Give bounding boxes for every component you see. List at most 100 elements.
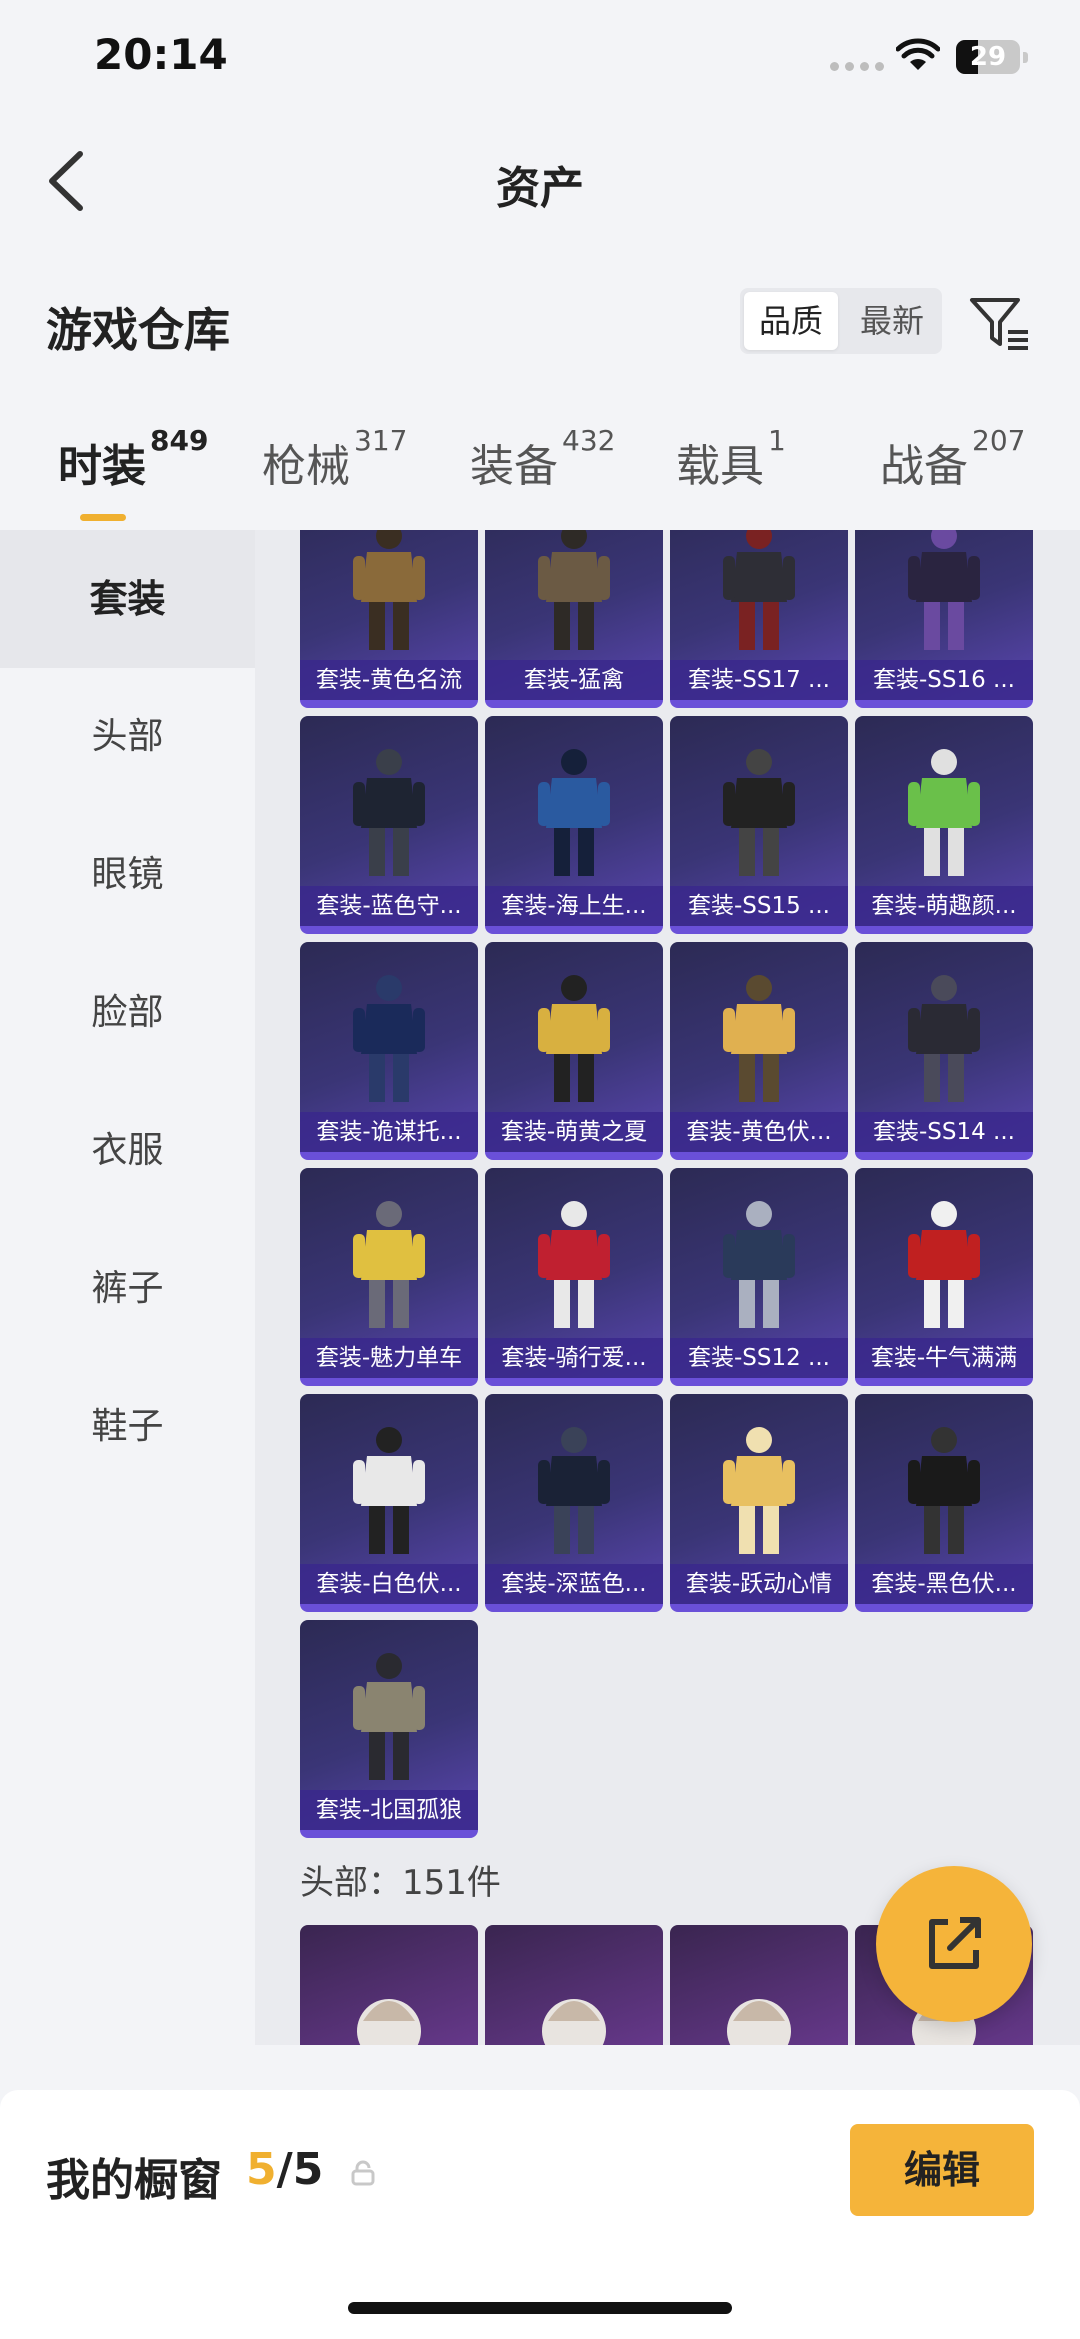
outfit-figure-icon xyxy=(723,1201,795,1328)
outfit-name: 套装-骑行爱... xyxy=(485,1338,663,1378)
head-item-card[interactable] xyxy=(485,1925,663,2045)
outfit-card[interactable]: 套装-SS15 ... xyxy=(670,716,848,934)
outfit-name: 套装-北国孤狼 xyxy=(300,1790,478,1830)
outfit-name: 套装-SS17 ... xyxy=(670,660,848,700)
page-title: 资产 xyxy=(496,163,584,214)
outfit-figure-icon xyxy=(538,1201,610,1328)
outfit-figure-icon xyxy=(908,749,980,876)
outfit-card[interactable]: 套装-跃动心情 xyxy=(670,1394,848,1612)
outfit-figure-icon xyxy=(538,530,610,650)
outfit-figure-icon xyxy=(908,530,980,650)
sidebar-item-pants[interactable]: 裤子 xyxy=(0,1220,255,1358)
sort-quality-button[interactable]: 品质 xyxy=(744,292,838,350)
outfit-card[interactable]: 套装-萌黄之夏 xyxy=(485,942,663,1160)
sidebar-item-face[interactable]: 脸部 xyxy=(0,944,255,1082)
head-item-card[interactable] xyxy=(670,1925,848,2045)
outfit-card[interactable]: 套装-SS12 ... xyxy=(670,1168,848,1386)
showcase-current: 5 xyxy=(246,2144,277,2195)
tab-guns-count: 317 xyxy=(354,424,408,457)
sidebar-item-clothes[interactable]: 衣服 xyxy=(0,1082,255,1220)
signal-icon xyxy=(830,62,884,71)
sort-latest-button[interactable]: 最新 xyxy=(842,288,942,354)
tab-supplies[interactable]: 战备207 xyxy=(880,424,1025,494)
headwear-icon xyxy=(542,1999,606,2045)
tab-indicator xyxy=(80,514,126,521)
head-section-title: 头部：151件 xyxy=(300,1863,501,1903)
outfit-card[interactable]: 套装-蓝色守... xyxy=(300,716,478,934)
battery-icon: 29 xyxy=(956,40,1028,74)
outfit-name: 套装-萌黄之夏 xyxy=(485,1112,663,1152)
outfit-card[interactable]: 套装-北国孤狼 xyxy=(300,1620,478,1838)
outfit-card[interactable]: 套装-诡谋托... xyxy=(300,942,478,1160)
filter-icon[interactable] xyxy=(968,292,1032,356)
sidebar-item-outfit[interactable]: 套装 xyxy=(0,530,255,668)
outfit-card[interactable]: 套装-萌趣颜... xyxy=(855,716,1033,934)
outfit-card[interactable]: 套装-SS14 ... xyxy=(855,942,1033,1160)
tab-vehicles-label: 载具 xyxy=(676,441,764,492)
outfit-name: 套装-SS16 ... xyxy=(855,660,1033,700)
outfit-name: 套装-SS15 ... xyxy=(670,886,848,926)
sidebar: 套装 头部 眼镜 脸部 衣服 裤子 鞋子 xyxy=(0,530,255,2045)
showcase-count: 5/5 xyxy=(246,2144,323,2195)
outfit-card[interactable]: 套装-黄色名流 xyxy=(300,530,478,708)
sidebar-item-head[interactable]: 头部 xyxy=(0,668,255,806)
outfit-name: 套装-黄色伏... xyxy=(670,1112,848,1152)
outfit-name: 套装-萌趣颜... xyxy=(855,886,1033,926)
outfit-card[interactable]: 套装-海上生... xyxy=(485,716,663,934)
share-button[interactable] xyxy=(876,1866,1032,2022)
outfit-card[interactable]: 套装-猛禽 xyxy=(485,530,663,708)
headwear-icon xyxy=(727,1999,791,2045)
tab-equipment[interactable]: 装备432 xyxy=(470,424,615,494)
tab-supplies-count: 207 xyxy=(972,424,1026,457)
tab-vehicles-count: 1 xyxy=(768,424,786,457)
showcase-label: 我的橱窗 xyxy=(46,2155,222,2206)
tab-supplies-label: 战备 xyxy=(880,441,968,492)
outfit-figure-icon xyxy=(723,749,795,876)
nav-bar: 资产 xyxy=(0,120,1080,240)
tab-guns[interactable]: 枪械317 xyxy=(262,424,407,494)
outfit-name: 套装-猛禽 xyxy=(485,660,663,700)
tab-vehicles[interactable]: 载具1 xyxy=(676,424,786,494)
outfit-name: 套装-SS12 ... xyxy=(670,1338,848,1378)
outfit-card[interactable]: 套装-白色伏... xyxy=(300,1394,478,1612)
outfit-name: 套装-深蓝色... xyxy=(485,1564,663,1604)
share-icon xyxy=(929,1917,981,1969)
head-item-card[interactable] xyxy=(300,1925,478,2045)
outfit-card[interactable]: 套装-深蓝色... xyxy=(485,1394,663,1612)
outfit-figure-icon xyxy=(353,975,425,1102)
outfit-figure-icon xyxy=(538,1427,610,1554)
outfit-figure-icon xyxy=(353,1653,425,1780)
tab-fashion[interactable]: 时装849 xyxy=(58,424,208,521)
outfit-figure-icon xyxy=(538,749,610,876)
outfit-name: 套装-黄色名流 xyxy=(300,660,478,700)
status-bar: 20:14 29 xyxy=(0,0,1080,120)
sidebar-item-shoes[interactable]: 鞋子 xyxy=(0,1358,255,1496)
outfit-name: 套装-SS14 ... xyxy=(855,1112,1033,1152)
outfit-card[interactable]: 套装-SS16 ... xyxy=(855,530,1033,708)
warehouse-title: 游戏仓库 xyxy=(46,303,230,357)
warehouse-header: 游戏仓库 品质 最新 xyxy=(0,270,1080,370)
outfit-figure-icon xyxy=(723,975,795,1102)
outfit-card[interactable]: 套装-骑行爱... xyxy=(485,1168,663,1386)
outfit-figure-icon xyxy=(723,530,795,650)
battery-level: 29 xyxy=(969,42,1007,72)
outfit-card[interactable]: 套装-黄色伏... xyxy=(670,942,848,1160)
outfit-figure-icon xyxy=(353,1427,425,1554)
showcase-total: /5 xyxy=(276,2144,324,2195)
outfit-figure-icon xyxy=(723,1427,795,1554)
outfit-card[interactable]: 套装-牛气满满 xyxy=(855,1168,1033,1386)
item-grid-area: 套装-黄色名流 套装-猛禽 套装-SS17 ... 套装-SS16 ... 套装-蓝色守… xyxy=(255,530,1080,2045)
status-time: 20:14 xyxy=(94,30,228,79)
outfit-card[interactable]: 套装-黑色伏... xyxy=(855,1394,1033,1612)
outfit-card[interactable]: 套装-SS17 ... xyxy=(670,530,848,708)
outfit-name: 套装-白色伏... xyxy=(300,1564,478,1604)
sidebar-item-glasses[interactable]: 眼镜 xyxy=(0,806,255,944)
outfit-figure-icon xyxy=(908,1427,980,1554)
tab-fashion-label: 时装 xyxy=(58,441,146,492)
wifi-icon xyxy=(896,38,940,70)
edit-button[interactable]: 编辑 xyxy=(850,2124,1034,2216)
outfit-name: 套装-牛气满满 xyxy=(855,1338,1033,1378)
outfit-card[interactable]: 套装-魅力单车 xyxy=(300,1168,478,1386)
headwear-icon xyxy=(357,1999,421,2045)
tab-guns-label: 枪械 xyxy=(262,441,350,492)
